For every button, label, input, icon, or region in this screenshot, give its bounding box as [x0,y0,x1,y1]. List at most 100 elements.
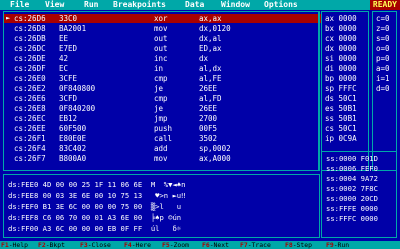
disassembly-pane[interactable]: ► cs:26D6 33C0 xor ax,ax cs:26D8 BA2001 mov dx,0… [3,11,321,171]
function-key-f1[interactable]: F1-Help [1,241,28,249]
register-cx[interactable]: cx 0000 [325,34,357,43]
function-key-f2[interactable]: F2-Bkpt [38,241,65,249]
disassembly-row[interactable]: cs:26DB EE out dx,al [4,34,321,43]
menu-breakpoints[interactable]: Breakpoints [113,0,166,10]
instruction-address: cs:26DE [14,54,46,63]
register-dx[interactable]: dx 0000 [325,44,357,53]
stack-row[interactable]: ss:0006 FEF0 [326,164,378,173]
flag-s[interactable]: s=0 [376,34,390,43]
function-key-name: F2 [38,241,46,249]
function-key-f6[interactable]: F6-Next [202,241,229,249]
disassembly-row[interactable]: cs:26E6 3CFD cmp al,FD [4,94,321,103]
register-cs[interactable]: cs 50C1 [325,124,357,133]
instruction-mnemonic: inc [154,54,168,63]
disassembly-row[interactable]: cs:26F7 B800A0 mov ax,A000 [4,154,321,163]
menu-run[interactable]: Run [84,0,98,10]
menu-view[interactable]: View [45,0,64,10]
memory-dump-row[interactable]: ds:FEE0 4D 00 00 25 1F 11 06 6E M %▼◄♠n [8,180,185,189]
stack-row[interactable]: ss:0000 F01D [326,154,378,163]
flag-a[interactable]: a=0 [376,64,390,73]
disassembly-scrollbar[interactable] [318,12,320,170]
instruction-mnemonic: in [154,64,164,73]
function-key-label: -Zoom [169,241,189,249]
register-ss[interactable]: ss 50B1 [325,114,357,123]
disassembly-row[interactable]: ► cs:26D6 33C0 xor ax,ax [4,14,321,23]
register-sp[interactable]: sp FFFC [325,84,357,93]
stack-row[interactable]: ss:0004 9A72 [326,174,378,183]
instruction-bytes: 3CFD [59,94,78,103]
memory-dump-row[interactable]: ds:FEE8 00 03 3E 6E 00 10 75 13 ♥>n ►u‼ [8,191,185,200]
flag-value: 0 [385,34,390,43]
disassembly-row[interactable]: cs:26E2 0F840800 je 26EE [4,84,321,93]
function-key-f5[interactable]: F5-Zoom [162,241,189,249]
flag-z[interactable]: z=0 [376,24,390,33]
instruction-address: cs:26D8 [14,24,46,33]
stack-row[interactable]: ss:0002 7F8C [326,184,378,193]
registers-pane[interactable]: ax 0000 bx 0000 cx 0000 dx 0000 si 0000 di 00… [321,11,369,171]
flag-i[interactable]: i=1 [376,74,390,83]
register-si[interactable]: si 0000 [325,54,357,63]
memory-dump-pane[interactable]: ds:FEE0 4D 00 00 25 1F 11 06 6E M %▼◄♠n d… [3,174,320,238]
disassembly-row[interactable]: cs:26E8 0F840200 je 26EE [4,104,321,113]
disassembly-row[interactable]: cs:26EE 60F500 push 00F5 [4,124,321,133]
disassembly-row[interactable]: cs:26D8 BA2001 mov dx,0120 [4,24,321,33]
menu-file[interactable]: File [10,0,29,10]
flag-o[interactable]: o=0 [376,44,390,53]
instruction-address: cs:26DC [14,44,46,53]
stack-row[interactable]: ss:FFFE 0000 [326,204,378,213]
register-ax[interactable]: ax 0000 [325,14,357,23]
function-key-f8[interactable]: F8-Step [285,241,312,249]
dump-bytes: 00 03 3E 6E 00 10 75 13 [42,191,143,200]
instruction-bytes: E80E0E [59,134,87,143]
function-key-f9[interactable]: F9-Run [326,241,349,249]
memory-dump-row[interactable]: ds:FEF0 B1 3E 6C 00 00 00 75 00 ▒>l u [8,202,185,211]
stack-pane[interactable]: ss:0000 F01D ss:0006 FEF0 ss:0004 9A72 ss:0… [321,151,397,238]
function-key-f4[interactable]: F4-Here [124,241,151,249]
register-bx[interactable]: bx 0000 [325,24,357,33]
register-value: 50C1 [338,94,357,103]
flags-pane[interactable]: c=0 z=0 s=0 o=0 p=0 a=0 i=1 d=0 [372,11,397,171]
register-es[interactable]: es 50B1 [325,104,357,113]
instruction-mnemonic: jmp [154,114,168,123]
flag-value: 0 [385,44,390,53]
memory-dump-row[interactable]: ds:FF00 A3 6C 00 00 00 EB 0F FF úl δ☼ [8,224,185,233]
function-key-f7[interactable]: F7-Trace [240,241,271,249]
register-value: 0000 [338,64,357,73]
instruction-mnemonic: out [154,34,168,43]
disassembly-row[interactable]: cs:26DE 42 inc dx [4,54,321,63]
instruction-address: cs:26E6 [14,94,46,103]
dump-ascii: úl δ☼ [150,224,186,233]
register-di[interactable]: di 0000 [325,64,357,73]
instruction-mnemonic: xor [154,14,168,23]
register-name: dx [325,44,335,53]
function-key-f3[interactable]: F3-Close [80,241,111,249]
flag-c[interactable]: c=0 [376,14,390,23]
instruction-operands: sp,0002 [199,144,231,153]
disassembly-row[interactable]: cs:26F1 E80E0E call 3502 [4,134,321,143]
register-ip[interactable]: ip 0C9A [325,134,357,143]
menu-options[interactable]: Options [264,0,298,10]
flag-d[interactable]: d=0 [376,84,390,93]
instruction-mnemonic: je [154,84,164,93]
flag-p[interactable]: p=0 [376,54,390,63]
disassembly-row[interactable]: cs:26E0 3CFE cmp al,FE [4,74,321,83]
memory-dump-row[interactable]: ds:FEF8 C6 06 70 00 01 A3 6E 00 ╞♠p ☺ún [8,213,185,222]
disassembly-row[interactable]: cs:26F4 83C402 add sp,0002 [4,144,321,153]
menu-window[interactable]: Window [221,0,250,10]
menu-data[interactable]: Data [185,0,204,10]
disassembly-row[interactable]: cs:26DF EC in al,dx [4,64,321,73]
disassembly-row[interactable]: cs:26DC E7ED out ED,ax [4,44,321,53]
function-key-name: F9 [326,241,334,249]
instruction-mnemonic: call [154,134,173,143]
stack-row[interactable]: ss:0000 20CD [326,194,378,203]
status-indicator: READY [369,0,400,10]
register-bp[interactable]: bp 0000 [325,74,357,83]
disassembly-row[interactable]: cs:26EC EB12 jmp 2700 [4,114,321,123]
register-ds[interactable]: ds 50C1 [325,94,357,103]
register-name: si [325,54,335,63]
instruction-operands: dx,al [199,34,222,43]
register-name: sp [325,84,335,93]
stack-row[interactable]: ss:FFFC 0000 [326,214,378,223]
